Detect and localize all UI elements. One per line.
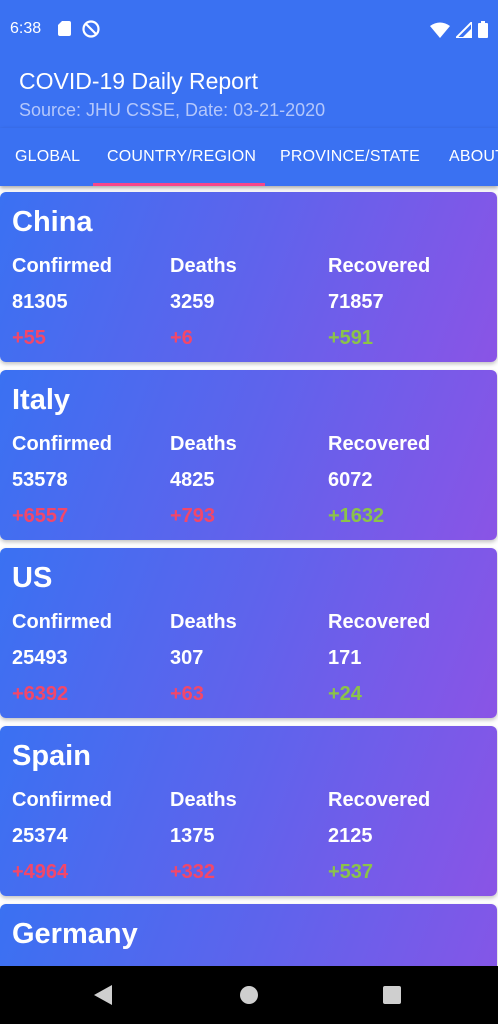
recovered-column: Recovered 6072 +1632 xyxy=(328,432,478,528)
confirmed-delta: +55 xyxy=(12,327,46,349)
confirmed-column: Confirmed 25374 +4964 xyxy=(12,788,162,884)
confirmed-value: 25493 xyxy=(12,647,68,669)
recovered-value: 6072 xyxy=(328,469,373,491)
sd-card-icon xyxy=(58,21,71,36)
recovered-delta: +24 xyxy=(328,683,362,705)
tab-country-region[interactable]: COUNTRY/REGION xyxy=(107,128,256,186)
deaths-column: Deaths 307 +63 xyxy=(170,610,320,706)
country-card[interactable]: US Confirmed 25493 +6392 Deaths 307 +63 … xyxy=(0,548,497,718)
deaths-value: 307 xyxy=(170,647,204,669)
recovered-value: 2125 xyxy=(328,825,373,847)
tab-bar: GLOBAL COUNTRY/REGION PROVINCE/STATE ABO… xyxy=(0,128,498,186)
app-subtitle: Source: JHU CSSE, Date: 03-21-2020 xyxy=(19,100,326,120)
recovered-label: Recovered xyxy=(328,433,431,455)
confirmed-delta: +6392 xyxy=(12,683,69,705)
status-time: 6:38 xyxy=(10,20,42,37)
back-icon[interactable] xyxy=(93,984,113,1006)
deaths-column: Deaths 1375 +332 xyxy=(170,788,320,884)
deaths-value: 1375 xyxy=(170,825,215,847)
recovered-delta: +591 xyxy=(328,327,374,349)
recovered-label: Recovered xyxy=(328,789,431,811)
deaths-label: Deaths xyxy=(170,433,237,455)
country-card[interactable]: China Confirmed 81305 +55 Deaths 3259 +6… xyxy=(0,192,497,362)
tab-about[interactable]: ABOUT xyxy=(449,128,498,186)
confirmed-column: Confirmed 81305 +55 xyxy=(12,254,162,350)
deaths-label: Deaths xyxy=(170,611,237,633)
recovered-column: Recovered 71857 +591 xyxy=(328,254,478,350)
deaths-label: Deaths xyxy=(170,255,237,277)
recovered-column: Recovered 171 +24 xyxy=(328,610,478,706)
recovered-column: Recovered 2125 +537 xyxy=(328,788,478,884)
deaths-delta: +793 xyxy=(170,505,216,527)
confirmed-label: Confirmed xyxy=(12,433,112,455)
confirmed-value: 53578 xyxy=(12,469,68,491)
recovered-value: 71857 xyxy=(328,291,384,313)
recovered-label: Recovered xyxy=(328,255,431,277)
country-name: US xyxy=(12,562,53,594)
country-card[interactable]: Italy Confirmed 53578 +6557 Deaths 4825 … xyxy=(0,370,497,540)
tab-indicator xyxy=(93,183,265,186)
app-title: COVID-19 Daily Report xyxy=(19,68,259,94)
country-card[interactable]: Germany xyxy=(0,904,497,966)
confirmed-delta: +4964 xyxy=(12,861,69,883)
confirmed-value: 25374 xyxy=(12,825,68,847)
confirmed-column: Confirmed 53578 +6557 xyxy=(12,432,162,528)
deaths-delta: +63 xyxy=(170,683,204,705)
deaths-value: 3259 xyxy=(170,291,215,313)
app-bar: COVID-19 Daily Report Source: JHU CSSE, … xyxy=(0,60,498,128)
recovered-delta: +537 xyxy=(328,861,374,883)
recovered-value: 171 xyxy=(328,647,362,669)
confirmed-label: Confirmed xyxy=(12,789,112,811)
country-name: China xyxy=(12,206,93,238)
recovered-label: Recovered xyxy=(328,611,431,633)
deaths-value: 4825 xyxy=(170,469,215,491)
status-bar: 6:38 xyxy=(0,0,498,60)
confirmed-label: Confirmed xyxy=(12,255,112,277)
confirmed-value: 81305 xyxy=(12,291,68,313)
deaths-column: Deaths 3259 +6 xyxy=(170,254,320,350)
deaths-column: Deaths 4825 +793 xyxy=(170,432,320,528)
wifi-icon xyxy=(430,22,450,38)
home-icon[interactable] xyxy=(240,986,258,1004)
confirmed-delta: +6557 xyxy=(12,505,69,527)
confirmed-label: Confirmed xyxy=(12,611,112,633)
battery-icon xyxy=(478,21,488,38)
recents-icon[interactable] xyxy=(383,986,401,1004)
deaths-delta: +332 xyxy=(170,861,216,883)
country-name: Germany xyxy=(12,918,138,950)
deaths-delta: +6 xyxy=(170,327,193,349)
country-name: Spain xyxy=(12,740,91,772)
tab-global[interactable]: GLOBAL xyxy=(15,128,80,186)
country-name: Italy xyxy=(12,384,71,416)
country-card[interactable]: Spain Confirmed 25374 +4964 Deaths 1375 … xyxy=(0,726,497,896)
tab-province-state[interactable]: PROVINCE/STATE xyxy=(280,128,420,186)
do-not-disturb-icon xyxy=(82,20,100,38)
recovered-delta: +1632 xyxy=(328,505,385,527)
signal-icon xyxy=(456,21,472,38)
confirmed-column: Confirmed 25493 +6392 xyxy=(12,610,162,706)
deaths-label: Deaths xyxy=(170,789,237,811)
country-list[interactable]: China Confirmed 81305 +55 Deaths 3259 +6… xyxy=(0,186,498,966)
